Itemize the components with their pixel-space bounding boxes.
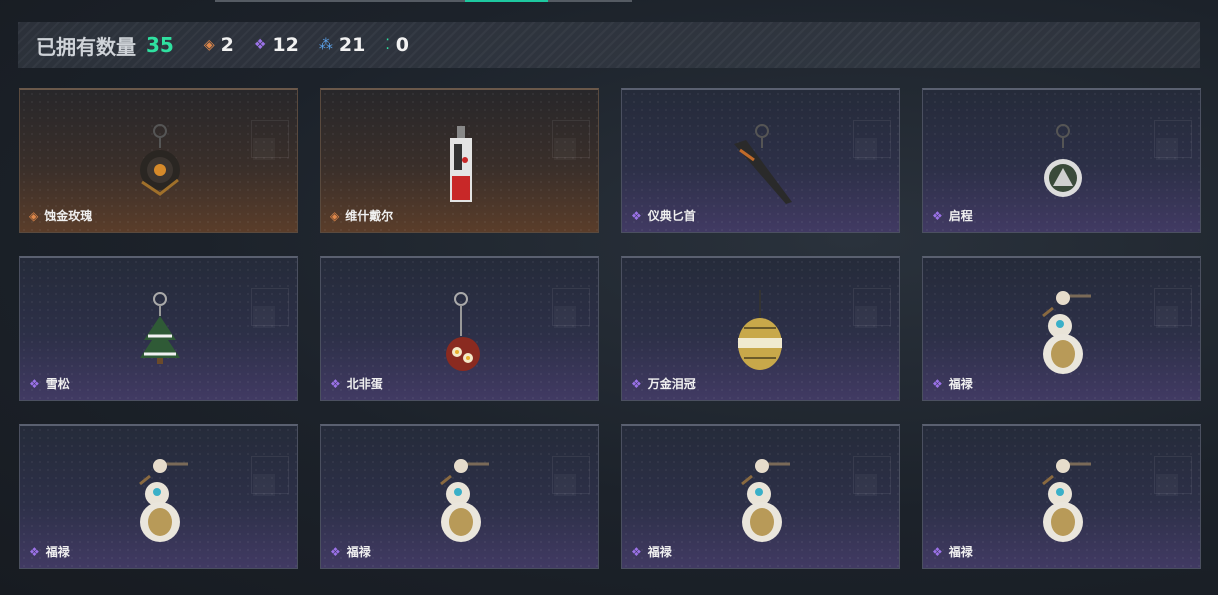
item-name: 福禄 <box>948 545 973 559</box>
keychain-card[interactable]: ❖ 福禄 <box>621 424 900 569</box>
item-name: 万金泪冠 <box>647 377 696 391</box>
owned-count-total: 35 <box>146 33 174 57</box>
blue-triangle-icon: ⁂ <box>318 37 333 53</box>
rarity-count-value: 12 <box>272 34 299 56</box>
purple-rarity-icon: ❖ <box>29 376 40 391</box>
green-dots-icon: ⁚ <box>385 37 390 53</box>
rarity-count-value: 2 <box>220 34 234 56</box>
purple-rarity-icon: ❖ <box>631 208 642 223</box>
rarity-count-value: 21 <box>338 34 366 56</box>
item-name: 北非蛋 <box>346 377 383 391</box>
item-name-row: ❖ 福禄 <box>330 543 371 560</box>
item-name: 启程 <box>948 209 973 223</box>
item-name: 蚀金玫瑰 <box>44 209 93 223</box>
item-name: 福禄 <box>647 545 672 559</box>
keychain-card[interactable]: ◈ 维什戴尔 <box>320 88 599 233</box>
keychain-card[interactable]: ❖ 福禄 <box>922 424 1201 569</box>
purple-rarity-icon: ❖ <box>631 544 642 559</box>
keychain-card[interactable]: ❖ 福禄 <box>320 424 599 569</box>
item-name-row: ❖ 福禄 <box>29 543 70 560</box>
purple-rarity-icon: ❖ <box>330 376 341 391</box>
item-name-row: ◈ 蚀金玫瑰 <box>29 207 92 224</box>
item-name: 福禄 <box>948 377 973 391</box>
keychain-card[interactable]: ❖ 福禄 <box>19 424 298 569</box>
keychain-card[interactable]: ❖ 万金泪冠 <box>621 256 900 401</box>
rarity-count-value: 0 <box>395 34 410 56</box>
item-name: 福禄 <box>346 545 371 559</box>
orange-rarity-icon: ◈ <box>29 208 39 223</box>
tab-indicator-active <box>465 0 548 2</box>
keychain-card[interactable]: ◈ 蚀金玫瑰 <box>19 88 298 233</box>
keychain-card[interactable]: ❖ 启程 <box>922 88 1201 233</box>
purple-rarity-icon: ❖ <box>932 376 943 391</box>
keychain-card[interactable]: ❖ 仪典匕首 <box>621 88 900 233</box>
purple-diamond-icon: ❖ <box>253 37 267 53</box>
owned-count-label: 已拥有数量 <box>36 34 136 59</box>
item-name: 福禄 <box>45 545 70 559</box>
rarity-count-green-dots: ⁚ 0 <box>385 34 409 56</box>
item-name-row: ◈ 维什戴尔 <box>330 207 393 224</box>
purple-rarity-icon: ❖ <box>330 544 341 559</box>
rarity-count-orange-diamond: ◈ 2 <box>204 34 234 56</box>
item-name-row: ❖ 万金泪冠 <box>631 375 696 392</box>
tab-indicator-bar <box>215 0 632 2</box>
item-name-row: ❖ 雪松 <box>29 375 70 392</box>
keychain-card[interactable]: ❖ 雪松 <box>19 256 298 401</box>
item-name: 维什戴尔 <box>345 209 394 223</box>
item-name: 仪典匕首 <box>647 209 696 223</box>
item-name-row: ❖ 启程 <box>932 207 973 224</box>
item-name-row: ❖ 仪典匕首 <box>631 207 696 224</box>
owned-summary-bar: 已拥有数量 35 ◈ 2 ❖ 12 ⁂ 21 ⁚ 0 <box>18 22 1200 68</box>
purple-rarity-icon: ❖ <box>932 208 943 223</box>
rarity-count-purple-diamond: ❖ 12 <box>254 34 299 56</box>
purple-rarity-icon: ❖ <box>631 376 642 391</box>
item-name-row: ❖ 福禄 <box>932 375 973 392</box>
purple-rarity-icon: ❖ <box>29 544 40 559</box>
item-name-row: ❖ 北非蛋 <box>330 375 383 392</box>
item-name: 雪松 <box>45 377 70 391</box>
keychain-card[interactable]: ❖ 北非蛋 <box>320 256 599 401</box>
keychain-card[interactable]: ❖ 福禄 <box>922 256 1201 401</box>
purple-rarity-icon: ❖ <box>932 544 943 559</box>
orange-diamond-icon: ◈ <box>203 37 215 53</box>
rarity-count-blue-triangle: ⁂ 21 <box>319 34 365 56</box>
item-name-row: ❖ 福禄 <box>631 543 672 560</box>
orange-rarity-icon: ◈ <box>330 208 340 223</box>
item-name-row: ❖ 福禄 <box>932 543 973 560</box>
